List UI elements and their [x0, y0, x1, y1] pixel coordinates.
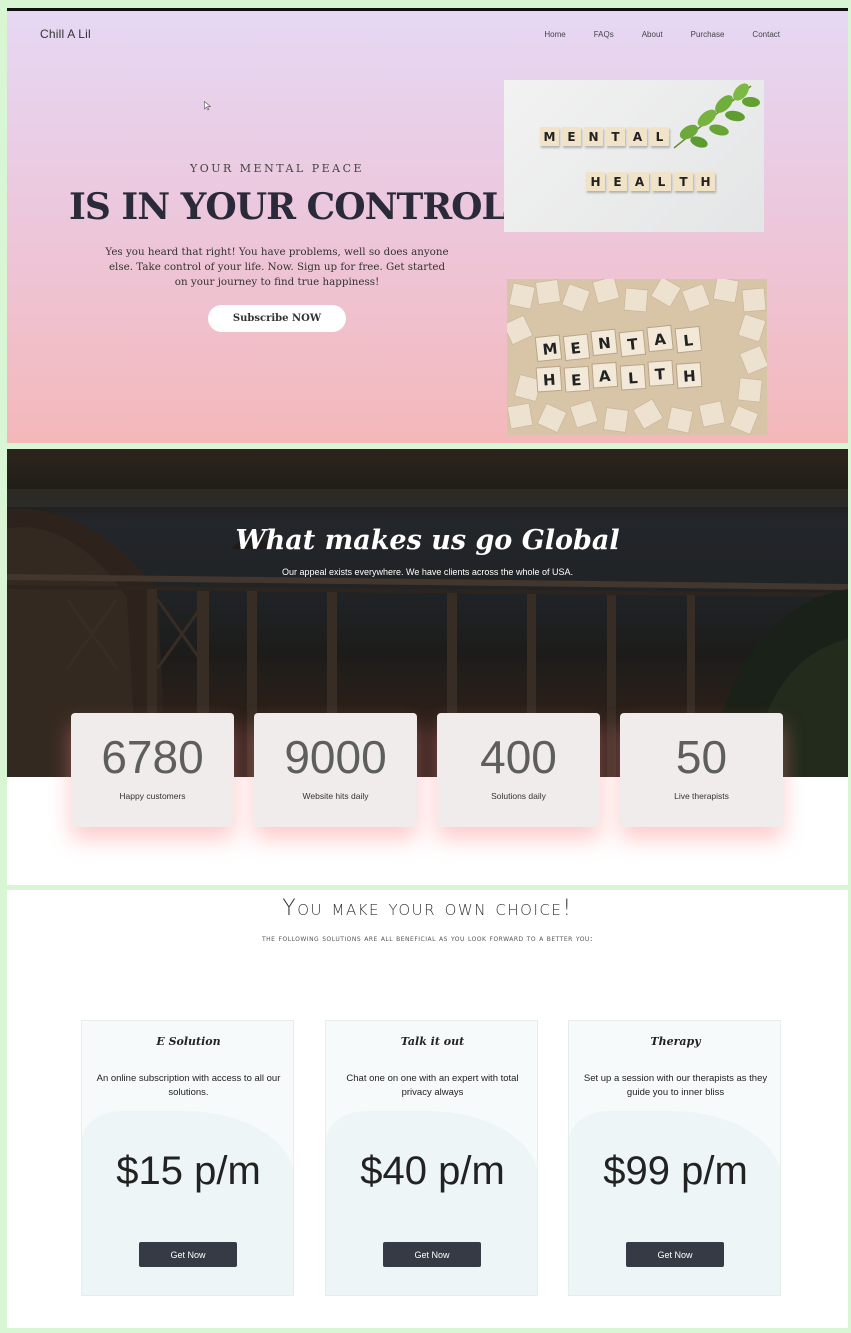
stat-label: Live therapists — [674, 791, 729, 801]
svg-text:A: A — [598, 367, 611, 386]
get-now-button[interactable]: Get Now — [626, 1242, 724, 1267]
nav-home[interactable]: Home — [544, 30, 565, 39]
stat-value: 9000 — [284, 731, 387, 783]
hero-eyebrow: YOUR MENTAL PEACE — [189, 162, 365, 175]
svg-text:N: N — [597, 334, 611, 353]
stat-label: Happy customers — [119, 791, 186, 801]
main-nav: Home FAQs About Purchase Contact — [544, 30, 780, 39]
plan-price: $15 p/m — [116, 1149, 261, 1193]
hero-headline: IS IN YOUR CONTROL — [69, 186, 507, 228]
letter-tile: H — [586, 172, 605, 191]
plan-name: Therapy — [650, 1035, 701, 1048]
stat-value: 400 — [480, 731, 557, 783]
get-now-button[interactable]: Get Now — [139, 1242, 237, 1267]
pricing-title: You make your own choice! — [282, 896, 573, 921]
letter-tile: E — [562, 127, 581, 146]
svg-text:L: L — [627, 369, 638, 388]
page-frame: Chill A Lil Home FAQs About Purchase Con… — [0, 0, 851, 1333]
plan-card-therapy: Therapy Set up a session with our therap… — [568, 1020, 781, 1296]
letter-tile: E — [608, 172, 627, 191]
leaf-sprig-icon — [673, 83, 760, 149]
nav-purchase[interactable]: Purchase — [691, 30, 725, 39]
stat-card: 50 Live therapists — [620, 713, 783, 827]
get-now-button[interactable]: Get Now — [383, 1242, 481, 1267]
brand-logo[interactable]: Chill A Lil — [40, 27, 91, 41]
svg-text:H: H — [542, 371, 556, 390]
pricing-subtitle: the following solutions are all benefici… — [261, 934, 594, 943]
stat-label: Solutions daily — [491, 791, 546, 801]
plan-description: Set up a session with our therapists as … — [583, 1073, 768, 1098]
scrabble-tiles-photo: M E N T A L H E A L T H — [507, 279, 767, 435]
plan-price: $40 p/m — [360, 1149, 505, 1193]
card-background-shape — [82, 1111, 293, 1295]
letter-tile: T — [674, 172, 693, 191]
nav-contact[interactable]: Contact — [752, 30, 780, 39]
plan-description: Chat one on one with an expert with tota… — [346, 1073, 519, 1098]
svg-text:E: E — [570, 339, 582, 358]
pricing-section: You make your own choice! the following … — [7, 890, 848, 1328]
letter-tile: T — [606, 127, 625, 146]
mental-health-tiles-photo: MENTAL HEALTH — [504, 80, 764, 232]
global-title: What makes us go Global — [235, 525, 620, 556]
plan-description: An online subscription with access to al… — [96, 1073, 281, 1098]
svg-text:T: T — [654, 365, 666, 384]
hero-section: Chill A Lil Home FAQs About Purchase Con… — [7, 8, 848, 443]
nav-faqs[interactable]: FAQs — [594, 30, 614, 39]
stat-value: 50 — [675, 731, 728, 783]
stat-card: 9000 Website hits daily — [254, 713, 417, 827]
stat-card: 400 Solutions daily — [437, 713, 600, 827]
plan-price: $99 p/m — [603, 1149, 748, 1193]
letter-tile: A — [628, 127, 647, 146]
letter-tile: A — [630, 172, 649, 191]
nav-about[interactable]: About — [642, 30, 663, 39]
stat-label: Website hits daily — [302, 791, 369, 801]
letter-tile: L — [650, 127, 669, 146]
plan-name: Talk it out — [400, 1035, 465, 1048]
letter-tile: N — [584, 127, 603, 146]
global-reach-section: What makes us go Global Our appeal exist… — [7, 449, 848, 885]
stat-value: 6780 — [101, 731, 204, 783]
card-background-shape — [569, 1111, 780, 1295]
mouse-cursor-icon — [204, 101, 212, 111]
letter-tile: H — [696, 172, 715, 191]
subscribe-button[interactable]: Subscribe NOW — [208, 305, 346, 332]
global-subtitle: Our appeal exists everywhere. We have cl… — [282, 567, 573, 577]
hero-lead-text: Yes you heard that right! You have probl… — [105, 246, 449, 288]
card-background-shape — [326, 1111, 537, 1295]
svg-text:H: H — [682, 367, 696, 386]
plan-card-talk-it-out: Talk it out Chat one on one with an expe… — [325, 1020, 538, 1296]
svg-text:A: A — [653, 330, 667, 349]
scattered-tiles-graphic: M E N T A L H E A L T H — [507, 279, 767, 435]
tiles-word-health: HEALTH — [586, 172, 715, 191]
plan-card-e-solution: E Solution An online subscription with a… — [81, 1020, 294, 1296]
svg-text:M: M — [542, 339, 559, 358]
svg-text:E: E — [570, 371, 581, 390]
letter-tile: L — [652, 172, 671, 191]
letter-tile: M — [540, 127, 559, 146]
plan-name: E Solution — [156, 1035, 221, 1048]
tiles-word-mental: MENTAL — [540, 127, 669, 146]
stat-card: 6780 Happy customers — [71, 713, 234, 827]
